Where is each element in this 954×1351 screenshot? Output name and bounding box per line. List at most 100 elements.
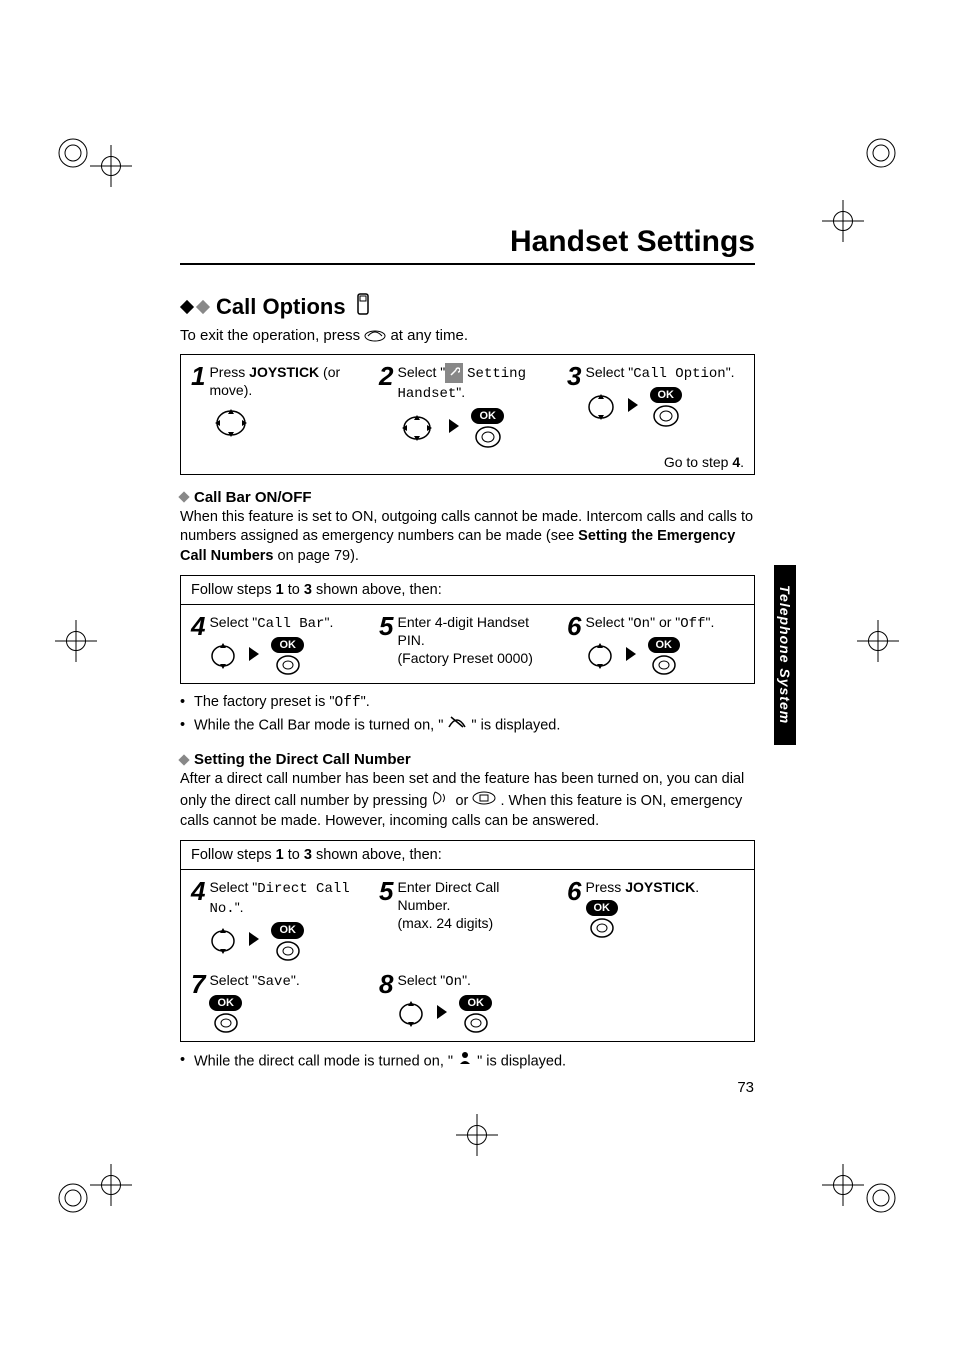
direct-heading: Setting the Direct Call Number xyxy=(180,751,755,768)
text-mono: Save xyxy=(257,974,291,990)
crop-mark-icon xyxy=(90,145,132,187)
text-mono: On xyxy=(633,616,650,632)
diamond-bullets-icon xyxy=(180,300,210,314)
main-steps-box: 1 Press JOYSTICK (or move). 2 Select " S… xyxy=(180,354,755,475)
arrow-icon xyxy=(449,419,459,437)
text: ". xyxy=(291,972,300,988)
step-number: 6 xyxy=(567,613,581,675)
text-bold: JOYSTICK xyxy=(249,364,319,380)
joystick-vertical-icon xyxy=(397,997,425,1031)
ok-label: OK xyxy=(459,995,492,1011)
ok-label: OK xyxy=(209,995,242,1011)
side-tab: Telephone System xyxy=(774,565,796,745)
goto-step: Go to step 4. xyxy=(191,454,744,470)
ok-button-icon: OK xyxy=(648,637,681,675)
step-number: 4 xyxy=(191,878,205,961)
text: Enter 4-digit Handset PIN. xyxy=(397,614,529,648)
diamond-icon xyxy=(178,754,189,765)
callbar-body: When this feature is set to ON, outgoing… xyxy=(180,508,755,567)
step-number: 6 xyxy=(567,878,581,938)
step-2: 2 Select " Setting Handset". OK xyxy=(379,363,556,448)
callbar-step-6: 6 Select "On" or "Off". OK xyxy=(567,613,744,675)
text: to xyxy=(284,847,304,863)
reg-mark-icon xyxy=(55,1180,91,1216)
text-bold: JOYSTICK xyxy=(625,879,695,895)
text: on page 79). xyxy=(273,548,358,564)
reg-mark-icon xyxy=(863,135,899,171)
text: Enter Direct Call Number. xyxy=(397,879,499,913)
ok-button-icon: OK xyxy=(271,922,304,960)
callbar-heading: Call Bar ON/OFF xyxy=(180,489,755,506)
direct-step-4: 4 Select "Direct Call No.". OK xyxy=(191,878,368,961)
talk-icon xyxy=(431,790,451,813)
text: Select " xyxy=(209,879,257,895)
text-bold: 3 xyxy=(304,847,312,863)
text: to xyxy=(284,582,304,598)
step-number: 3 xyxy=(567,363,581,427)
ok-label: OK xyxy=(648,637,681,653)
section-header: Call Options xyxy=(180,293,755,320)
callbar-steps-box: 4 Select "Call Bar". OK xyxy=(180,604,755,684)
barred-icon xyxy=(447,715,467,737)
callbar-notes: The factory preset is "Off". While the C… xyxy=(180,692,755,737)
text-mono: Off xyxy=(335,695,361,711)
joystick-vertical-icon xyxy=(209,639,237,673)
text: ". xyxy=(324,614,333,630)
text: Select " xyxy=(586,364,634,380)
callbar-step-4: 4 Select "Call Bar". OK xyxy=(191,613,368,675)
text: ". xyxy=(462,972,471,988)
ok-label: OK xyxy=(650,387,683,403)
direct-body: After a direct call number has been set … xyxy=(180,770,755,832)
content-area: Handset Settings Call Options To exit th… xyxy=(180,225,755,1074)
direct-step-7: 7 Select "Save". OK xyxy=(191,971,368,1033)
text-mono: On xyxy=(445,974,462,990)
text: To exit the operation, press xyxy=(180,327,364,344)
text: Press xyxy=(209,364,249,380)
direct-steps-box: 4 Select "Direct Call No.". OK xyxy=(180,869,755,1042)
text: The factory preset is " xyxy=(194,694,335,710)
step-number: 8 xyxy=(379,971,393,1033)
text: Select " xyxy=(209,614,257,630)
text: ". xyxy=(235,899,244,915)
callbar-step-5: 5 Enter 4-digit Handset PIN. (Factory Pr… xyxy=(379,613,556,668)
subheading-text: Call Bar ON/OFF xyxy=(194,489,312,506)
ok-button-icon: OK xyxy=(650,387,683,427)
text: (max. 24 digits) xyxy=(397,915,493,931)
follow-steps-bar: Follow steps 1 to 3 shown above, then: xyxy=(180,840,755,869)
ok-label: OK xyxy=(586,900,619,916)
text-bold: 1 xyxy=(276,847,284,863)
reg-mark-icon xyxy=(863,1180,899,1216)
wrench-icon xyxy=(445,363,463,383)
crop-mark-icon xyxy=(822,1164,864,1206)
arrow-icon xyxy=(626,647,636,665)
text: " or " xyxy=(650,614,680,630)
subheading-text: Setting the Direct Call Number xyxy=(194,751,411,768)
text: (Factory Preset 0000) xyxy=(397,650,532,666)
crop-mark-icon xyxy=(90,1164,132,1206)
handset-icon xyxy=(356,293,370,320)
list-item: The factory preset is "Off". xyxy=(180,692,755,715)
text: " is displayed. xyxy=(471,718,560,734)
direct-call-icon xyxy=(457,1050,473,1074)
list-item: While the Call Bar mode is turned on, " … xyxy=(180,715,755,737)
ok-button-icon: OK xyxy=(471,408,504,448)
text: " is displayed. xyxy=(477,1054,566,1070)
ok-button-icon: OK xyxy=(586,900,619,938)
text-mono: Call Bar xyxy=(257,616,324,632)
step-number: 1 xyxy=(191,363,205,443)
text: shown above, then: xyxy=(312,582,442,598)
crop-mark-icon xyxy=(55,620,97,662)
text: ". xyxy=(361,694,370,710)
ok-button-icon: OK xyxy=(209,995,242,1033)
text: Go to step xyxy=(664,454,732,470)
ok-label: OK xyxy=(471,408,504,424)
ok-label: OK xyxy=(271,637,304,653)
ok-button-icon: OK xyxy=(459,995,492,1033)
joystick-vertical-icon xyxy=(586,639,614,673)
text-bold: 1 xyxy=(276,582,284,598)
step-3: 3 Select "Call Option". OK xyxy=(567,363,744,427)
step-number: 7 xyxy=(191,971,205,1033)
page-title: Handset Settings xyxy=(180,225,755,265)
phone-off-icon xyxy=(364,326,386,346)
text-mono: Off xyxy=(680,616,705,632)
